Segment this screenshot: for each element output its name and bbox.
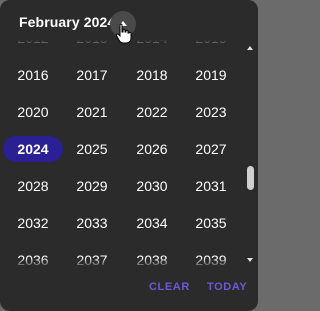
year-option[interactable]: 2016 (3, 62, 63, 88)
year-option[interactable]: 2017 (62, 62, 122, 88)
year-option[interactable]: 2025 (62, 136, 122, 162)
year-option-selected[interactable]: 2024 (3, 136, 63, 162)
year-option[interactable]: 2027 (181, 136, 241, 162)
year-option[interactable]: 2034 (122, 210, 182, 236)
today-button[interactable]: TODAY (207, 281, 247, 293)
year-grid-bottom-fade (0, 258, 244, 268)
year-scrollbar[interactable] (244, 40, 256, 268)
year-option[interactable]: 2032 (3, 210, 63, 236)
year-option[interactable]: 2035 (181, 210, 241, 236)
year-option[interactable]: 2031 (181, 173, 241, 199)
current-month-label: February 2024 (19, 14, 116, 30)
year-option[interactable]: 2026 (122, 136, 182, 162)
year-option[interactable]: 2023 (181, 99, 241, 125)
year-option[interactable]: 2030 (122, 173, 182, 199)
year-option[interactable]: 2021 (62, 99, 122, 125)
year-option[interactable]: 2020 (3, 99, 63, 125)
year-option[interactable]: 2022 (122, 99, 182, 125)
picker-actions: CLEAR TODAY (0, 270, 258, 306)
scrollbar-thumb[interactable] (247, 166, 254, 190)
hand-pointer-icon (115, 23, 132, 44)
year-option[interactable]: 2033 (62, 210, 122, 236)
year-option[interactable]: 2028 (3, 173, 63, 199)
year-grid: 2012201320142015201620172018201920202021… (0, 40, 244, 268)
scroll-down-arrow-icon[interactable] (246, 256, 254, 264)
year-option[interactable]: 2018 (122, 62, 182, 88)
clear-button[interactable]: CLEAR (149, 281, 190, 293)
scroll-up-arrow-icon[interactable] (246, 44, 254, 52)
year-option[interactable]: 2019 (181, 62, 241, 88)
year-picker-popup: February 2024 20122013201420152016201720… (0, 0, 258, 311)
year-option[interactable]: 2029 (62, 173, 122, 199)
